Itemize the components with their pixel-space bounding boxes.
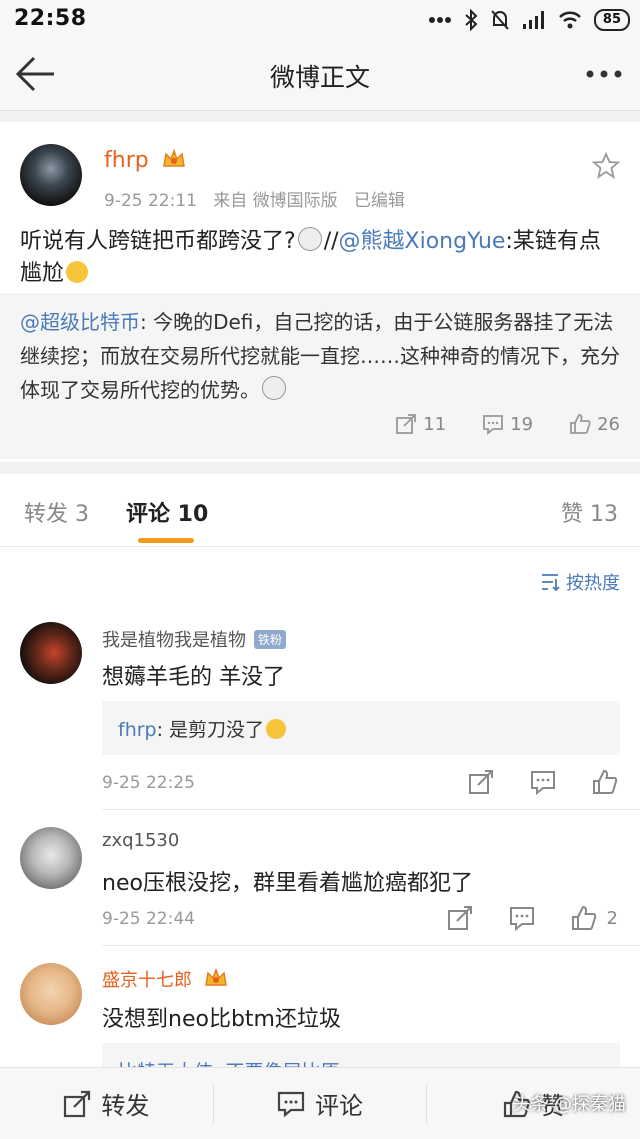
- post-text-main: 听说有人跨链把币都跨没了?: [20, 229, 296, 254]
- repost-icon: [64, 1090, 91, 1117]
- commenter-name[interactable]: 我是植物我是植物 铁粉: [102, 626, 287, 652]
- thumbs-up-icon[interactable]: [592, 769, 618, 795]
- comment-icon: [277, 1091, 305, 1117]
- favorite-star-icon[interactable]: [592, 152, 620, 180]
- divider: [102, 809, 640, 810]
- reply-body: : 是剪刀没了: [156, 719, 265, 741]
- nav-bar: 微博正文: [0, 40, 640, 111]
- commenter-avatar[interactable]: [20, 963, 82, 1025]
- post-time: 9-25 22:11: [104, 191, 197, 211]
- thumbs-up-icon: [570, 414, 591, 434]
- comment-text: 想薅羊毛的 羊没了: [102, 665, 285, 690]
- post-text-sep: //: [323, 229, 339, 254]
- comment-list: 按热度 我是植物我是植物 铁粉 想薅羊毛的 羊没了 fhrp: 是剪刀没了 9-2…: [0, 547, 640, 1097]
- repost-block[interactable]: @超级比特币: 今晚的Defi，自己挖的话，由于公链服务器挂了无法继续挖；而放在…: [0, 294, 640, 459]
- comment-count: 19: [510, 413, 534, 435]
- emoji-grin-icon: [66, 261, 89, 283]
- commenter-name-text: 我是植物我是植物: [102, 630, 246, 651]
- comment-text: 没想到neo比btm还垃圾: [102, 1007, 341, 1032]
- mute-bell-icon: [491, 10, 509, 30]
- mention-link[interactable]: @熊越XiongYue: [339, 229, 506, 254]
- watermark: 头条 @探秦猫: [512, 1094, 626, 1115]
- author-avatar[interactable]: [20, 144, 82, 206]
- vip-crown-icon: [162, 148, 185, 167]
- repost-icon: [396, 414, 417, 434]
- comment-like-count: 2: [606, 907, 618, 929]
- comment-button[interactable]: 评论: [214, 1083, 428, 1124]
- like-count: 26: [597, 413, 620, 435]
- repost-icon[interactable]: [468, 769, 494, 795]
- thumbs-up-icon: [571, 905, 596, 930]
- commenter-avatar[interactable]: [20, 827, 82, 889]
- commenter-name-text: 盛京十七郎: [102, 970, 192, 991]
- repost-label: 转发: [101, 1092, 150, 1120]
- status-icons: 85: [428, 8, 630, 32]
- comment-label: 评论: [315, 1092, 363, 1120]
- sort-button[interactable]: 按热度: [540, 569, 620, 595]
- tab-active-indicator: [138, 538, 194, 543]
- post-text: 听说有人跨链把币都跨没了?//@熊越XiongYue:某链有点尴尬: [20, 226, 620, 290]
- comment-actions: 2: [447, 905, 618, 931]
- comment-actions: [468, 769, 618, 795]
- comment-text: neo压根没挖，群里看着尴尬癌都犯了: [102, 871, 473, 896]
- repost-mention-link[interactable]: @超级比特币: [20, 310, 140, 334]
- repost-count: 11: [423, 413, 447, 435]
- signal-icon: [522, 11, 544, 29]
- status-time: 22:58: [14, 6, 87, 31]
- post-card: fhrp 9-25 22:11 来自 微博国际版 已编辑 听说有人跨链把币都跨没…: [0, 122, 640, 462]
- post-actions: 11 19 26: [395, 413, 620, 435]
- vip-crown-icon: [204, 967, 227, 986]
- author-name[interactable]: fhrp: [104, 148, 186, 173]
- more-dots-icon: [428, 17, 451, 23]
- battery-level: 85: [593, 9, 630, 31]
- page-title: 微博正文: [269, 63, 370, 92]
- comment-icon: [483, 415, 504, 435]
- comment-time: 9-25 22:25: [102, 773, 195, 793]
- reply-text: fhrp: 是剪刀没了: [118, 715, 288, 742]
- comment-count-button[interactable]: 19: [482, 413, 533, 435]
- author-name-text: fhrp: [104, 148, 149, 173]
- bluetooth-icon: [465, 9, 478, 31]
- fan-badge: 铁粉: [254, 630, 287, 649]
- like-count-button[interactable]: 26: [569, 413, 620, 435]
- repost-icon[interactable]: [447, 905, 473, 931]
- reply-box[interactable]: fhrp: 是剪刀没了: [102, 701, 620, 755]
- repost-count-button[interactable]: 11: [395, 413, 446, 435]
- commenter-name[interactable]: 盛京十七郎: [102, 966, 228, 992]
- repost-button[interactable]: 转发: [0, 1083, 214, 1124]
- wifi-icon: [559, 11, 581, 29]
- emoji-laugh-icon: [266, 719, 287, 739]
- repost-text: @超级比特币: 今晚的Defi，自己挖的话，由于公链服务器挂了无法继续挖；而放在…: [20, 305, 620, 407]
- sort-label: 按热度: [566, 573, 620, 594]
- post-meta: 9-25 22:11 来自 微博国际版 已编辑: [104, 186, 405, 211]
- tab-comment[interactable]: 评论 10: [126, 496, 208, 528]
- post-source[interactable]: 来自 微博国际版: [213, 191, 337, 211]
- comment-icon[interactable]: [509, 905, 535, 931]
- commenter-avatar[interactable]: [20, 622, 82, 684]
- emoji-icon: [262, 376, 286, 400]
- status-bar: 22:58 85: [0, 0, 640, 40]
- comment-time: 9-25 22:44: [102, 909, 195, 929]
- tab-like[interactable]: 赞 13: [561, 496, 618, 528]
- tab-bar: 转发 3 评论 10 赞 13: [0, 474, 640, 547]
- comment-like-button[interactable]: 2: [571, 905, 618, 931]
- emoji-icon: [297, 227, 322, 251]
- comment-icon[interactable]: [530, 769, 556, 795]
- sort-icon: [542, 574, 560, 591]
- more-options-icon[interactable]: [584, 60, 624, 88]
- divider: [102, 945, 640, 946]
- tab-repost[interactable]: 转发 3: [24, 496, 89, 528]
- reply-author-link[interactable]: fhrp: [118, 719, 157, 741]
- post-edited[interactable]: 已编辑: [354, 191, 405, 211]
- commenter-name[interactable]: zxq1530: [102, 830, 179, 851]
